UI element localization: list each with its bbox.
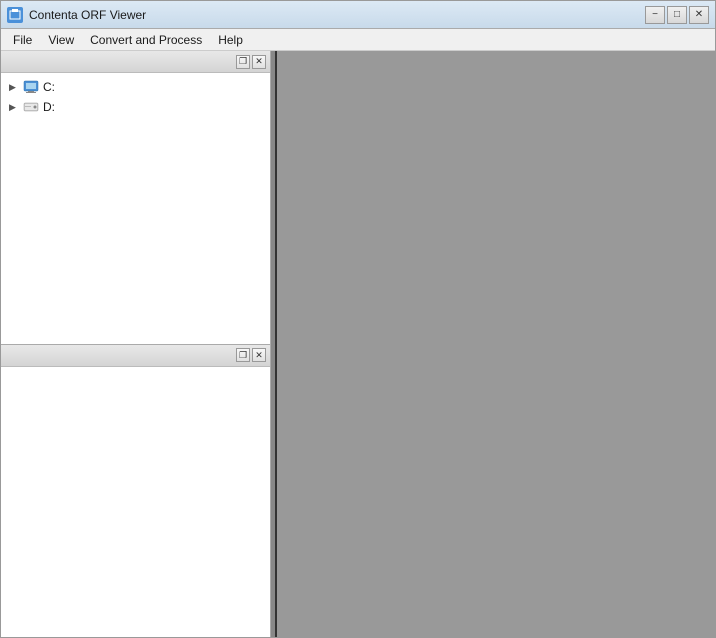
content-area: ❐ ✕ ▶ xyxy=(1,51,715,637)
drive-d-icon xyxy=(23,99,39,115)
tree-item-c[interactable]: ▶ C: xyxy=(5,77,266,97)
title-bar-controls: − □ ✕ xyxy=(645,6,709,24)
tree-item-d[interactable]: ▶ D: xyxy=(5,97,266,117)
app-icon xyxy=(7,7,23,23)
maximize-button[interactable]: □ xyxy=(667,6,687,24)
tree-arrow-d: ▶ xyxy=(9,102,19,113)
file-tree-close-button[interactable]: ✕ xyxy=(252,55,266,69)
tree-arrow-c: ▶ xyxy=(9,82,19,93)
file-tree-restore-button[interactable]: ❐ xyxy=(236,55,250,69)
preview-panel-content xyxy=(1,367,270,638)
menu-item-view[interactable]: View xyxy=(40,31,82,49)
preview-panel-restore-button[interactable]: ❐ xyxy=(236,348,250,362)
main-window: Contenta ORF Viewer − □ ✕ File View Conv… xyxy=(0,0,716,638)
close-button[interactable]: ✕ xyxy=(689,6,709,24)
menu-item-convert[interactable]: Convert and Process xyxy=(82,31,210,49)
tree-label-c: C: xyxy=(43,80,55,94)
preview-panel-header: ❐ ✕ xyxy=(1,345,270,367)
menu-bar: File View Convert and Process Help xyxy=(1,29,715,51)
file-tree-content: ▶ C: ▶ xyxy=(1,73,270,344)
left-panel: ❐ ✕ ▶ xyxy=(1,51,271,637)
window-title: Contenta ORF Viewer xyxy=(29,8,146,22)
file-tree-panel: ❐ ✕ ▶ xyxy=(1,51,270,345)
menu-item-file[interactable]: File xyxy=(5,31,40,49)
minimize-button[interactable]: − xyxy=(645,6,665,24)
title-bar-left: Contenta ORF Viewer xyxy=(7,7,146,23)
right-panel xyxy=(271,51,715,637)
preview-panel-close-button[interactable]: ✕ xyxy=(252,348,266,362)
file-tree-header: ❐ ✕ xyxy=(1,51,270,73)
menu-item-help[interactable]: Help xyxy=(210,31,251,49)
right-panel-bar xyxy=(271,51,277,637)
drive-c-icon xyxy=(23,79,39,95)
title-bar: Contenta ORF Viewer − □ ✕ xyxy=(1,1,715,29)
preview-panel: ❐ ✕ xyxy=(1,345,270,638)
tree-label-d: D: xyxy=(43,100,55,114)
